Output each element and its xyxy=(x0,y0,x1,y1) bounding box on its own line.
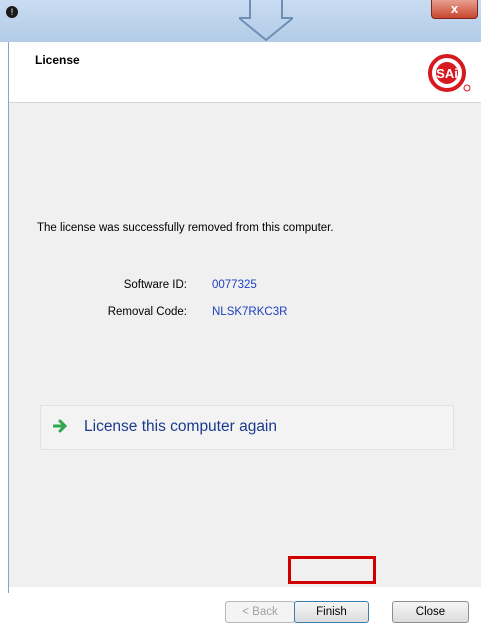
wizard-header: License SAi xyxy=(9,42,481,103)
logo-text: SAi xyxy=(436,66,458,81)
license-again-label: License this computer again xyxy=(84,418,278,435)
finish-highlight-annotation xyxy=(288,556,376,584)
status-message: The license was successfully removed fro… xyxy=(37,222,334,234)
software-id-value: 0077325 xyxy=(212,279,257,291)
finish-button[interactable]: Finish xyxy=(294,601,369,623)
software-id-label: Software ID: xyxy=(123,279,187,291)
green-arrow-icon xyxy=(53,419,68,433)
close-window-button[interactable]: x xyxy=(431,0,478,19)
close-button[interactable]: Close xyxy=(392,601,469,623)
sai-logo-icon: SAi xyxy=(428,54,471,92)
wizard-footer: < Back Finish Close xyxy=(9,587,481,635)
wizard-window: License SAi The license was successfully… xyxy=(8,42,481,623)
removal-code-label: Removal Code: xyxy=(107,306,187,318)
down-arrow-overlay-icon xyxy=(239,0,293,42)
removal-code-value: NLSK7RKC3R xyxy=(212,306,288,318)
wizard-content: The license was successfully removed fro… xyxy=(9,103,481,587)
back-button[interactable]: < Back xyxy=(225,601,295,623)
app-icon: ! xyxy=(6,6,18,18)
page-title: License xyxy=(35,53,80,67)
license-again-link[interactable]: License this computer again xyxy=(40,405,454,450)
